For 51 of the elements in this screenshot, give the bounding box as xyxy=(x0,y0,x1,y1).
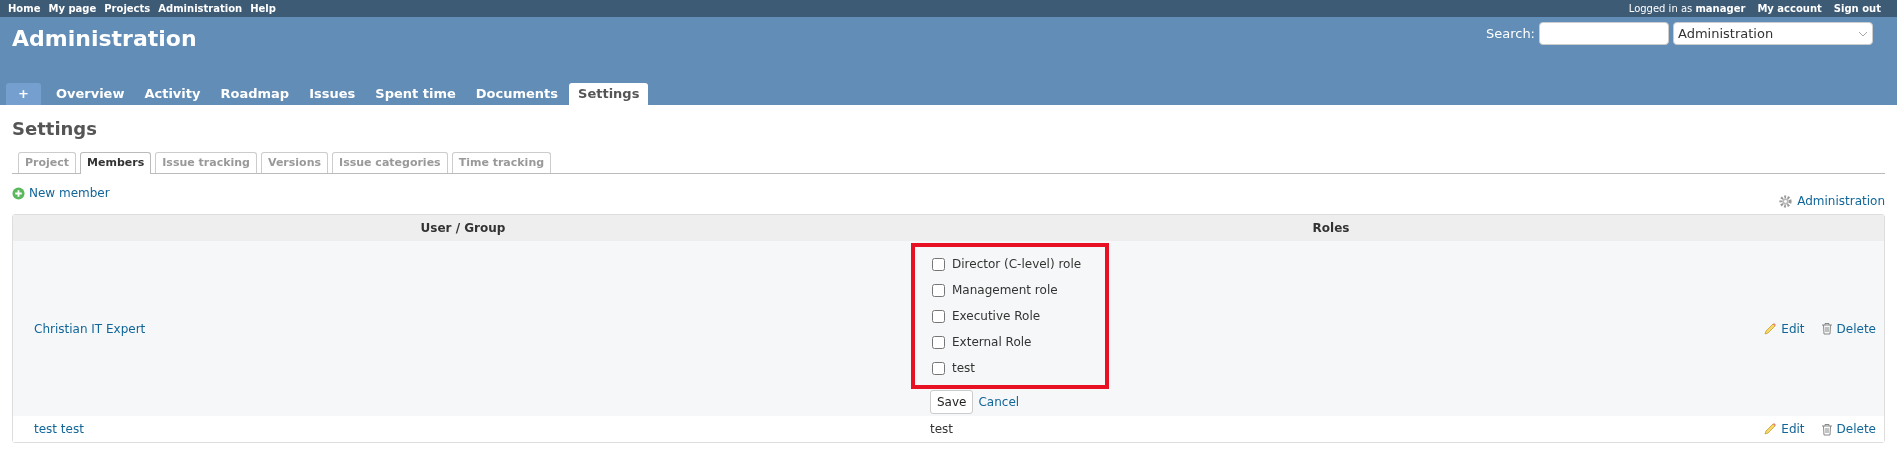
project-select[interactable]: Administration xyxy=(1673,22,1873,45)
save-button[interactable]: Save xyxy=(930,390,974,414)
menu-tab[interactable]: Spent time xyxy=(366,83,465,105)
member-link[interactable]: Christian IT Expert xyxy=(34,321,146,336)
delete-link[interactable]: Delete xyxy=(1820,319,1876,338)
search-label: Search: xyxy=(1485,24,1535,43)
pencil-icon xyxy=(1763,422,1778,436)
edit-link[interactable]: Edit xyxy=(1763,319,1805,338)
top-menu-link[interactable]: Administration xyxy=(158,1,243,16)
edit-link[interactable]: Edit xyxy=(1763,420,1805,438)
add-icon xyxy=(12,186,25,200)
role-checkbox[interactable] xyxy=(932,309,945,323)
role-checkbox[interactable] xyxy=(932,361,945,375)
menu-tab[interactable]: Activity xyxy=(135,83,210,105)
menu-tab[interactable]: Documents xyxy=(466,83,568,105)
roles-text: test xyxy=(930,422,954,436)
column-header: Roles xyxy=(1311,220,1351,237)
administration-link[interactable]: Administration xyxy=(1778,192,1885,210)
new-member-link[interactable]: New member xyxy=(12,184,110,202)
menu-tab[interactable]: Issues xyxy=(300,83,365,105)
role-label: External Role xyxy=(952,334,1032,351)
role-label: Management role xyxy=(952,282,1058,299)
column-header: User / Group xyxy=(419,220,507,237)
role-checkbox[interactable] xyxy=(932,335,945,349)
member-link[interactable]: test test xyxy=(34,422,84,436)
role-checkbox[interactable] xyxy=(932,257,945,271)
chevron-down-icon xyxy=(1858,30,1868,37)
role-label: Director (C-level) role xyxy=(952,256,1082,273)
account-link[interactable]: Sign out xyxy=(1833,1,1881,16)
cancel-link[interactable]: Cancel xyxy=(978,393,1020,411)
role-checkbox[interactable] xyxy=(932,283,945,297)
page-heading: Settings xyxy=(12,117,98,141)
top-menu-link[interactable]: Projects xyxy=(104,1,151,16)
project-title: Administration xyxy=(12,25,197,53)
trash-icon xyxy=(1820,322,1833,335)
account-link[interactable]: My account xyxy=(1757,1,1822,16)
pencil-icon xyxy=(1763,321,1778,336)
gear-icon xyxy=(1778,193,1794,209)
delete-link[interactable]: Delete xyxy=(1820,420,1876,438)
logged-in-text: Logged in as manager xyxy=(1628,2,1746,16)
trash-icon xyxy=(1820,422,1833,436)
role-label: test xyxy=(952,360,976,377)
top-menu-link[interactable]: Home xyxy=(8,1,41,16)
top-menu-link[interactable]: Help xyxy=(250,1,276,16)
section-tab[interactable]: Members xyxy=(80,152,152,174)
top-menu-link[interactable]: My page xyxy=(48,1,97,16)
menu-tab[interactable]: Roadmap xyxy=(211,83,299,105)
role-label: Executive Role xyxy=(952,308,1041,325)
search-field[interactable] xyxy=(1539,22,1669,45)
menu-tab[interactable]: Settings xyxy=(569,83,649,105)
menu-tab[interactable]: Overview xyxy=(46,83,134,105)
